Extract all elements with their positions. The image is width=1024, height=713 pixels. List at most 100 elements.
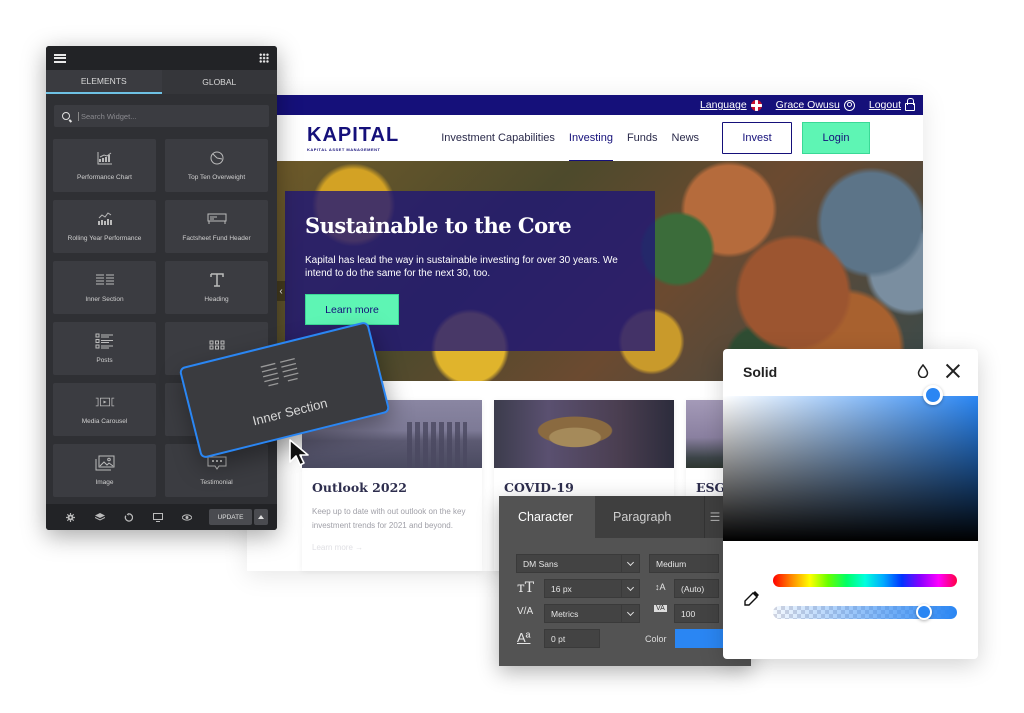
update-button[interactable]: UPDATE (209, 509, 252, 525)
close-icon[interactable] (945, 363, 961, 379)
widget-factsheet-fund-header[interactable]: Factsheet Fund Header (165, 200, 268, 253)
panel-footer: UPDATE (46, 504, 277, 530)
testimonial-icon (207, 455, 227, 471)
history-icon[interactable] (114, 512, 143, 522)
mouse-pointer-icon (289, 439, 309, 466)
hero-title: Sustainable to the Core (305, 213, 572, 238)
widget-label: Testimonial (200, 479, 233, 486)
widget-label: Rolling Year Performance (67, 235, 142, 242)
user-icon (843, 99, 855, 111)
invest-button[interactable]: Invest (722, 122, 792, 154)
responsive-icon[interactable] (143, 512, 172, 522)
tracking-value: 100 (681, 608, 696, 619)
tracking-input[interactable]: 100 (674, 604, 719, 623)
nav-investment-capabilities[interactable]: Investment Capabilities (441, 115, 555, 161)
panel-header (46, 46, 277, 70)
leading-select[interactable]: (Auto) (674, 579, 719, 598)
tracking-icon: VA (654, 605, 667, 612)
color-selector-handle[interactable] (923, 385, 943, 405)
heading-icon (207, 272, 227, 288)
lock-icon (905, 98, 915, 111)
droplet-icon[interactable] (917, 364, 929, 378)
login-button[interactable]: Login (802, 122, 870, 154)
hue-slider[interactable] (773, 574, 957, 587)
nav-funds[interactable]: Funds (627, 115, 658, 161)
carousel-icon (95, 394, 115, 410)
font-size-icon: ᴛT (517, 580, 535, 596)
columns-icon (95, 272, 115, 288)
line-bar-chart-icon (95, 211, 115, 227)
font-family-select[interactable]: DM Sans (516, 554, 640, 573)
nav-news[interactable]: News (672, 115, 700, 161)
saturation-value-area[interactable] (723, 385, 978, 541)
widget-performance-chart[interactable]: Performance Chart (53, 139, 156, 192)
widget-label: Factsheet Fund Header (182, 235, 251, 242)
tab-paragraph[interactable]: Paragraph (595, 496, 705, 538)
logout-label: Logout (868, 99, 901, 111)
chevron-down-icon (621, 555, 639, 572)
leading-value: (Auto) (681, 583, 705, 594)
layers-icon[interactable] (85, 512, 114, 522)
font-family-value: DM Sans (523, 558, 558, 569)
panel-menu-icon[interactable]: ☰ (705, 496, 725, 538)
dragged-widget-label: Inner Section (250, 395, 329, 429)
search-icon (62, 112, 70, 120)
tab-character[interactable]: Character (499, 496, 595, 538)
widget-label: Posts (96, 357, 113, 364)
widget-posts[interactable]: Posts (53, 322, 156, 375)
widget-top-ten-overweight[interactable]: Top Ten Overweight (165, 139, 268, 192)
widget-rolling-year-performance[interactable]: Rolling Year Performance (53, 200, 156, 253)
widget-label: Media Carousel (81, 418, 128, 425)
top-utility-bar: Language Grace Owusu Logout (276, 95, 923, 115)
widget-label: Inner Section (85, 296, 124, 303)
nav-investing[interactable]: Investing (568, 115, 613, 162)
image-icon (95, 455, 115, 471)
uk-flag-icon (750, 99, 762, 111)
apps-grid-icon[interactable] (259, 53, 269, 63)
card-title: COVID-19 (504, 480, 574, 495)
font-weight-value: Medium (656, 558, 687, 569)
nav-links: Investment Capabilities Investing Funds … (441, 115, 700, 162)
header-icon (207, 211, 227, 227)
tab-elements[interactable]: ELEMENTS (46, 70, 162, 94)
logout-link[interactable]: Logout (868, 98, 915, 111)
widget-inner-section[interactable]: Inner Section (53, 261, 156, 314)
settings-icon[interactable] (56, 512, 85, 522)
opacity-slider-handle[interactable] (915, 604, 932, 620)
widget-media-carousel[interactable]: Media Carousel (53, 383, 156, 436)
kerning-value: Metrics (551, 608, 579, 619)
logo-tagline: KAPITAL ASSET MANAGEMENT (307, 146, 381, 152)
menu-icon[interactable] (54, 53, 66, 63)
leading-icon: ↕A (655, 582, 666, 592)
card-title: Outlook 2022 (312, 480, 407, 495)
update-options-button[interactable] (254, 509, 268, 525)
widget-label: Performance Chart (77, 174, 132, 181)
language-link[interactable]: Language (700, 99, 762, 111)
font-size-select[interactable]: 16 px (544, 579, 640, 598)
chart-icon (95, 150, 115, 166)
kerning-select[interactable]: Metrics (544, 604, 640, 623)
baseline-shift-value: 0 pt (551, 633, 566, 644)
font-weight-select[interactable]: Medium (649, 554, 719, 573)
pie-chart-icon (207, 150, 227, 166)
eyedropper-icon[interactable] (743, 589, 761, 607)
search-widget-input[interactable] (78, 111, 258, 121)
card-learn-more-link[interactable]: Learn more → (312, 543, 482, 552)
widget-image[interactable]: Image (53, 444, 156, 497)
widget-heading[interactable]: Heading (165, 261, 268, 314)
panel-tabs: ELEMENTS GLOBAL (46, 70, 277, 94)
baseline-shift-input[interactable]: 0 pt (544, 629, 600, 648)
tab-global[interactable]: GLOBAL (161, 70, 277, 94)
kerning-icon: V/A (517, 606, 534, 617)
user-profile-link[interactable]: Grace Owusu (776, 99, 855, 111)
hero-text: Kapital has lead the way in sustainable … (305, 255, 618, 279)
kapital-logo[interactable]: KAPITAL KAPITAL ASSET MANAGEMENT (307, 125, 399, 152)
page-builder-panel: ELEMENTS GLOBAL Performance Chart Top Te… (46, 46, 277, 530)
learn-more-button[interactable]: Learn more (305, 294, 399, 325)
preview-eye-icon[interactable] (172, 513, 201, 521)
character-panel-tabs: Character Paragraph ☰ (499, 496, 751, 538)
character-panel: Character Paragraph ☰ DM Sans Medium ᴛT … (499, 496, 751, 666)
language-label: Language (699, 99, 747, 111)
picker-mode-title: Solid (743, 364, 778, 380)
color-picker-popover: Solid (723, 349, 978, 659)
